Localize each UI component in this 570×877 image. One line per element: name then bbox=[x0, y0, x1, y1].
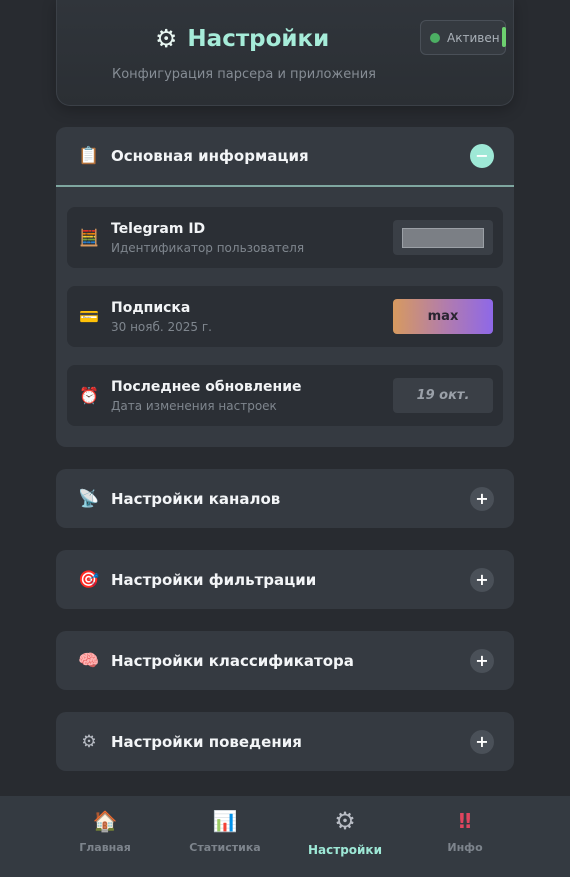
expand-button[interactable]: + bbox=[470, 729, 494, 754]
house-icon: 🏠 bbox=[92, 809, 118, 833]
row-subscription: 💳 Подписка 30 нояб. 2025 г. max bbox=[67, 286, 503, 347]
section-title: Настройки классификатора bbox=[111, 651, 354, 670]
nav-label: Главная bbox=[79, 841, 131, 854]
row-sublabel: Идентификатор пользователя bbox=[111, 240, 305, 255]
row-sublabel: Дата изменения настроек bbox=[111, 398, 277, 413]
bar-chart-icon: 📊 bbox=[212, 809, 238, 833]
target-icon: 🎯 bbox=[78, 569, 100, 590]
section-channels-header[interactable]: 📡 Настройки каналов + bbox=[56, 469, 514, 528]
credit-card-icon: 💳 bbox=[79, 307, 99, 326]
last-update-value: 19 окт. bbox=[393, 378, 493, 413]
nav-item-stats[interactable]: 📊 Статистика bbox=[170, 796, 280, 877]
section-title: Настройки поведения bbox=[111, 732, 302, 751]
section-classifier[interactable]: 🧠 Настройки классификатора + bbox=[56, 631, 514, 690]
nav-label: Инфо bbox=[447, 841, 483, 854]
status-text: Активен bbox=[447, 30, 500, 45]
expand-button[interactable]: + bbox=[470, 648, 494, 673]
section-filtering-header[interactable]: 🎯 Настройки фильтрации + bbox=[56, 550, 514, 609]
section-title: Настройки фильтрации bbox=[111, 570, 317, 589]
nav-label: Настройки bbox=[307, 843, 382, 857]
section-title: Основная информация bbox=[111, 147, 309, 165]
calculator-icon: 🧮 bbox=[79, 228, 99, 247]
gear-icon: ⚙ bbox=[334, 807, 356, 835]
page-subtitle: Конфигурация парсера и приложения bbox=[112, 67, 376, 82]
row-telegram-id: 🧮 Telegram ID Идентификатор пользователя bbox=[67, 207, 503, 268]
page-title: ⚙ Настройки bbox=[155, 24, 329, 53]
status-badge: Активен bbox=[420, 20, 506, 55]
gear-icon: ⚙ bbox=[81, 731, 97, 752]
section-behavior-header[interactable]: ⚙ Настройки поведения + bbox=[56, 712, 514, 771]
row-label: Последнее обновление bbox=[111, 378, 302, 395]
nav-item-settings[interactable]: ⚙ Настройки bbox=[290, 796, 400, 877]
row-sublabel: 30 нояб. 2025 г. bbox=[111, 319, 212, 334]
section-title: Настройки каналов bbox=[111, 489, 281, 508]
alarm-clock-icon: ⏰ bbox=[79, 386, 99, 405]
collapse-button[interactable]: − bbox=[470, 144, 494, 168]
nav-label: Статистика bbox=[189, 841, 261, 854]
brain-icon: 🧠 bbox=[78, 650, 100, 671]
expand-button[interactable]: + bbox=[470, 486, 494, 511]
satellite-icon: 📡 bbox=[78, 488, 100, 509]
section-basic-info-rows: 🧮 Telegram ID Идентификатор пользователя… bbox=[56, 187, 514, 426]
section-basic-info: 📋 Основная информация − 🧮 Telegram ID Ид… bbox=[56, 127, 514, 447]
page-title-text: Настройки bbox=[187, 25, 330, 52]
status-indicator-bar bbox=[502, 27, 506, 47]
subscription-plan-badge: max bbox=[393, 299, 493, 334]
telegram-id-field[interactable] bbox=[402, 227, 484, 248]
nav-item-info[interactable]: ‼ Инфо bbox=[410, 796, 520, 877]
telegram-id-value-box bbox=[393, 220, 493, 255]
row-label: Telegram ID bbox=[111, 220, 206, 237]
section-behavior[interactable]: ⚙ Настройки поведения + bbox=[56, 712, 514, 771]
clipboard-icon: 📋 bbox=[78, 146, 100, 166]
bottom-nav: 🏠 Главная 📊 Статистика ⚙ Настройки ‼ Инф… bbox=[0, 796, 570, 877]
section-classifier-header[interactable]: 🧠 Настройки классификатора + bbox=[56, 631, 514, 690]
nav-item-home[interactable]: 🏠 Главная bbox=[50, 796, 160, 877]
section-filtering[interactable]: 🎯 Настройки фильтрации + bbox=[56, 550, 514, 609]
header-card: ⚙ Настройки Конфигурация парсера и прило… bbox=[56, 0, 514, 106]
row-label: Подписка bbox=[111, 299, 191, 316]
status-dot-icon bbox=[430, 32, 440, 43]
row-last-update: ⏰ Последнее обновление Дата изменения на… bbox=[67, 365, 503, 426]
expand-button[interactable]: + bbox=[470, 567, 494, 592]
exclamation-icon: ‼ bbox=[458, 809, 472, 833]
gear-icon: ⚙ bbox=[155, 24, 178, 53]
section-channels[interactable]: 📡 Настройки каналов + bbox=[56, 469, 514, 528]
section-basic-info-header[interactable]: 📋 Основная информация − bbox=[56, 127, 514, 187]
